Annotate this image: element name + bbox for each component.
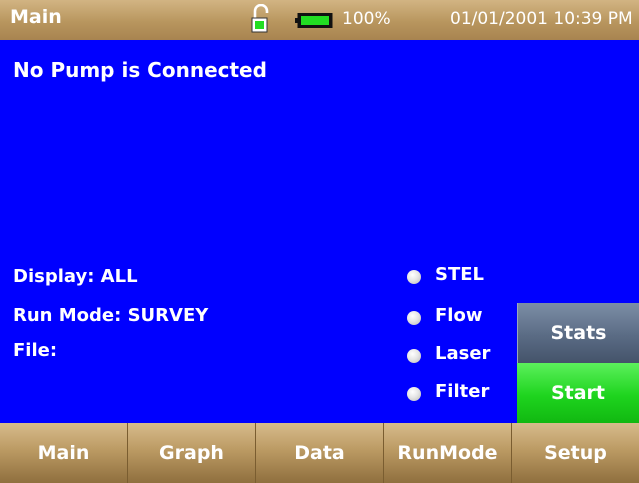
bottom-nav: Main Graph Data RunMode Setup	[0, 423, 639, 483]
indicator-light-icon	[407, 349, 421, 363]
unlocked-padlock-icon[interactable]	[250, 4, 272, 34]
indicator-label: Laser	[435, 343, 491, 364]
indicator-label: Filter	[435, 381, 490, 402]
indicator-label: STEL	[435, 264, 485, 285]
indicator-label: Flow	[435, 305, 483, 326]
main-screen: Main 100% 01/01/2001 10:39 PM No Pump is…	[0, 0, 639, 483]
file-label: File:	[13, 340, 58, 361]
stats-button[interactable]: Stats	[517, 303, 639, 363]
indicator-light-icon	[407, 387, 421, 401]
tab-data[interactable]: Data	[256, 423, 384, 483]
start-button[interactable]: Start	[517, 363, 639, 423]
title-bar: Main 100% 01/01/2001 10:39 PM	[0, 0, 639, 40]
tab-graph[interactable]: Graph	[128, 423, 256, 483]
screen-title: Main	[10, 6, 62, 28]
indicator-light-icon	[407, 311, 421, 325]
battery-full-icon	[295, 13, 333, 28]
tab-runmode[interactable]: RunMode	[384, 423, 512, 483]
date-time: 01/01/2001 10:39 PM	[450, 9, 633, 29]
run-mode-label: Run Mode: SURVEY	[13, 305, 209, 326]
indicator-light-icon	[407, 270, 421, 284]
tab-setup[interactable]: Setup	[512, 423, 639, 483]
pump-status-message: No Pump is Connected	[13, 58, 267, 82]
tab-main[interactable]: Main	[0, 423, 128, 483]
battery-percent: 100%	[342, 9, 391, 29]
display-mode-label: Display: ALL	[13, 266, 138, 287]
battery-fill	[301, 16, 329, 25]
